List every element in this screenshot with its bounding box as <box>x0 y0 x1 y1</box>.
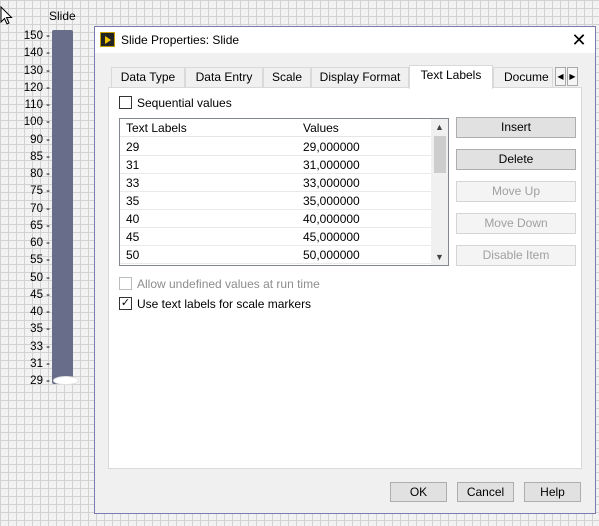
scale-tick-label: 50 <box>18 272 50 284</box>
scale-tick-label: 70 <box>18 203 50 215</box>
cancel-button[interactable]: Cancel <box>457 482 514 502</box>
table-row[interactable]: 40 40,000000 <box>120 210 432 228</box>
text-label-cell: 45 <box>126 230 140 244</box>
scale-tick-label: 90 <box>18 134 50 146</box>
scale-tick-label: 150 <box>18 30 50 42</box>
text-label-cell: 31 <box>126 158 140 172</box>
value-cell: 33,000000 <box>303 176 360 190</box>
text-label-cell: 40 <box>126 212 140 226</box>
dialog-titlebar: Slide Properties: Slide ✕ <box>95 27 595 53</box>
scale-tick-label: 80 <box>18 168 50 180</box>
tab-bar: Data Type Data Entry Scale Display Forma… <box>111 65 581 89</box>
scale-tick-label: 33 <box>18 341 50 353</box>
tab-data-entry[interactable]: Data Entry <box>185 67 263 88</box>
scale-tick-label: 100 <box>18 116 50 128</box>
scale-tick-label: 29 <box>18 375 50 387</box>
scale-tick-label: 65 <box>18 220 50 232</box>
text-label-cell: 50 <box>126 248 140 262</box>
header-text-labels[interactable]: Text Labels <box>126 121 187 135</box>
scroll-thumb[interactable] <box>434 136 446 173</box>
insert-button[interactable]: Insert <box>456 117 576 138</box>
table-row[interactable]: 35 35,000000 <box>120 192 432 210</box>
scale-tick-label: 110 <box>18 99 50 111</box>
table-row[interactable]: 31 31,000000 <box>120 156 432 174</box>
scale-tick-label: 35 <box>18 323 50 335</box>
tab-scale[interactable]: Scale <box>263 67 311 88</box>
slide-label: Slide <box>49 9 76 23</box>
value-cell: 45,000000 <box>303 230 360 244</box>
header-values[interactable]: Values <box>303 121 339 135</box>
use-text-labels-label: Use text labels for scale markers <box>137 297 312 311</box>
sequential-values-checkbox[interactable] <box>119 96 132 109</box>
scale-tick-label: 120 <box>18 82 50 94</box>
scale-tick-label: 45 <box>18 289 50 301</box>
value-cell: 50,000000 <box>303 248 360 262</box>
use-text-labels-checkbox[interactable]: ✓ <box>119 297 132 310</box>
table-row[interactable]: 33 33,000000 <box>120 174 432 192</box>
table-row[interactable]: 45 45,000000 <box>120 228 432 246</box>
listbox-scrollbar[interactable]: ▲ ▼ <box>431 119 448 265</box>
close-button[interactable]: ✕ <box>569 30 589 50</box>
scroll-down-icon[interactable]: ▼ <box>431 249 448 265</box>
scale-tick-label: 55 <box>18 254 50 266</box>
value-cell: 35,000000 <box>303 194 360 208</box>
dialog-title: Slide Properties: Slide <box>121 33 240 47</box>
tab-documentation[interactable]: Docume <box>493 67 553 88</box>
move-down-button[interactable]: Move Down <box>456 213 576 234</box>
listbox-header: Text Labels Values <box>120 119 432 137</box>
scale-tick-label: 140 <box>18 47 50 59</box>
text-labels-listbox[interactable]: Text Labels Values 29 29,000000 31 31,00000… <box>119 118 449 266</box>
text-labels-panel: Sequential values Text Labels Values 29 2… <box>108 87 582 469</box>
ok-button[interactable]: OK <box>390 482 447 502</box>
scale-tick-label: 85 <box>18 151 50 163</box>
tab-data-type[interactable]: Data Type <box>111 67 185 88</box>
table-row[interactable]: 29 29,000000 <box>120 138 432 156</box>
value-cell: 31,000000 <box>303 158 360 172</box>
text-label-cell: 35 <box>126 194 140 208</box>
table-row[interactable]: 50 50,000000 <box>120 246 432 264</box>
scale-tick-label: 60 <box>18 237 50 249</box>
value-cell: 29,000000 <box>303 140 360 154</box>
tab-scroll-left-icon[interactable]: ◀ <box>555 67 566 86</box>
scroll-up-icon[interactable]: ▲ <box>431 119 448 135</box>
text-label-cell: 33 <box>126 176 140 190</box>
scale-tick-label: 40 <box>18 306 50 318</box>
slide-track[interactable] <box>52 30 73 384</box>
labview-app-icon <box>100 32 115 47</box>
scale-tick-label: 75 <box>18 185 50 197</box>
mouse-pointer-icon <box>0 6 13 25</box>
tab-scroll-right-icon[interactable]: ▶ <box>567 67 578 86</box>
scale-tick-label: 130 <box>18 65 50 77</box>
slide-properties-dialog: Slide Properties: Slide ✕ Data Type Data… <box>94 26 596 514</box>
slide-thumb[interactable] <box>53 376 79 385</box>
scale-tick-label: 31 <box>18 358 50 370</box>
tab-text-labels[interactable]: Text Labels <box>409 65 493 89</box>
sequential-values-label: Sequential values <box>137 96 232 110</box>
allow-undefined-checkbox[interactable] <box>119 277 132 290</box>
disable-item-button[interactable]: Disable Item <box>456 245 576 266</box>
allow-undefined-label: Allow undefined values at run time <box>137 277 320 291</box>
tab-display-format[interactable]: Display Format <box>311 67 409 88</box>
text-label-cell: 29 <box>126 140 140 154</box>
value-cell: 40,000000 <box>303 212 360 226</box>
move-up-button[interactable]: Move Up <box>456 181 576 202</box>
help-button[interactable]: Help <box>524 482 581 502</box>
delete-button[interactable]: Delete <box>456 149 576 170</box>
